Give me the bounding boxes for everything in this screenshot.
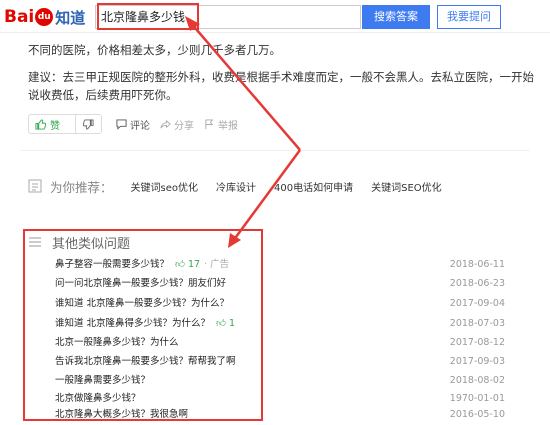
similar-question-link[interactable]: 问一问北京隆鼻一般要多少钱？朋友们好	[55, 274, 226, 294]
similar-row[interactable]: 北京隆鼻大概多少钱？我很急啊 2016-05-10	[55, 405, 505, 425]
top-bar: Bai du 知道 北京隆鼻多少钱 搜索答案 我要提问	[0, 0, 550, 33]
thumb-up-icon	[35, 118, 46, 130]
search-highlight-box	[97, 3, 199, 30]
similar-date: 2017-09-04	[449, 298, 505, 309]
report-icon	[205, 118, 214, 129]
similar-date: 2018-07-03	[449, 318, 505, 329]
similar-date: 2018-06-11	[449, 259, 505, 270]
like-count-value: 1	[228, 318, 236, 329]
recommend-tag[interactable]: 400电话如何申请	[274, 179, 353, 194]
comment-icon	[116, 118, 127, 130]
answer-line-2: 建议：去三甲正规医院的整形外科，收费是根据手术难度而定，一般不会黑人。去私立医院…	[28, 70, 534, 84]
similar-date: 2017-09-03	[449, 356, 505, 367]
report-label: 举报	[218, 120, 238, 132]
section-divider	[20, 150, 530, 151]
similar-row[interactable]: 一般隆鼻需要多少钱？ 2018-08-02	[55, 371, 505, 391]
comment-label: 评论	[130, 120, 150, 132]
search-answer-button[interactable]: 搜索答案	[362, 5, 430, 29]
answer-line-1: 不同的医院，价格相差太多，少则几千多者几万。	[28, 43, 281, 57]
answer-actions: 赞 评论 分享 举报	[28, 113, 238, 135]
similar-date: 2017-08-12	[449, 337, 505, 348]
share-button[interactable]: 分享	[160, 117, 194, 132]
similar-row[interactable]: 北京一般隆鼻多少钱？为什么 2017-08-12	[55, 333, 505, 353]
like-label: 赞	[50, 120, 60, 132]
thumb-down-icon	[83, 118, 94, 130]
similar-question-link[interactable]: 北京隆鼻大概多少钱？我很急啊	[55, 405, 188, 425]
answer-line-3: 说收费低，后续费用吓死你。	[28, 88, 178, 102]
similar-row[interactable]: 告诉我北京隆鼻一般要多少钱？帮帮我了啊 2017-09-03	[55, 352, 505, 372]
recommend-title: 为你推荐：	[50, 179, 113, 195]
dislike-button[interactable]	[76, 118, 101, 130]
report-button[interactable]: 举报	[204, 117, 238, 132]
baidu-zhidao-logo[interactable]: Bai du 知道	[4, 6, 85, 28]
paw-icon: du	[35, 8, 54, 26]
similar-question-link[interactable]: 谁知道 北京隆鼻得多少钱？为什么？	[55, 318, 210, 329]
similar-row[interactable]: 问一问北京隆鼻一般要多少钱？朋友们好 2018-06-23	[55, 274, 505, 294]
similar-row[interactable]: 鼻子整容一般需要多少钱？ 👍︎ 17 · 广告 2018-06-11	[55, 255, 505, 275]
recommend-tag[interactable]: 关键词seo优化	[131, 179, 198, 194]
similar-question-link[interactable]: 一般隆鼻需要多少钱？	[55, 371, 150, 391]
similar-date: 2018-08-02	[449, 375, 505, 386]
similar-date: 2016-05-10	[449, 409, 505, 420]
like-button[interactable]: 赞	[29, 115, 76, 133]
recommend-icon	[28, 179, 42, 193]
ask-question-button[interactable]: 我要提问	[437, 5, 501, 29]
like-count-value: 17	[187, 259, 201, 270]
similar-row[interactable]: 谁知道 北京隆鼻一般要多少钱？为什么？ 2017-09-04	[55, 294, 505, 314]
similar-date: 2018-06-23	[449, 278, 505, 289]
similar-title: 其他类似问题	[52, 236, 131, 252]
recommend-bar: 为你推荐： 关键词seo优化 冷库设计 400电话如何申请 关键词SEO优化	[28, 176, 460, 196]
similar-row[interactable]: 谁知道 北京隆鼻得多少钱？为什么？ 👍︎ 1 2018-07-03	[55, 314, 505, 334]
recommend-tag[interactable]: 冷库设计	[216, 179, 256, 194]
share-icon	[160, 119, 171, 128]
similar-question-link[interactable]: 鼻子整容一般需要多少钱？	[55, 259, 169, 270]
like-count: 👍︎ 1	[216, 318, 236, 329]
logo-zhidao-text: 知道	[55, 8, 86, 27]
ad-badge: · 广告	[204, 259, 230, 270]
similar-question-link[interactable]: 北京一般隆鼻多少钱？为什么	[55, 333, 179, 353]
comment-button[interactable]: 评论	[116, 117, 150, 132]
similar-header: 其他类似问题	[28, 232, 130, 252]
logo-bai-text: Bai	[4, 7, 35, 27]
similar-question-link[interactable]: 谁知道 北京隆鼻一般要多少钱？为什么？	[55, 294, 229, 314]
share-label: 分享	[174, 120, 194, 132]
list-icon	[29, 237, 41, 247]
recommend-tag[interactable]: 关键词SEO优化	[371, 179, 442, 194]
similar-question-link[interactable]: 告诉我北京隆鼻一般要多少钱？帮帮我了啊	[55, 352, 236, 372]
vote-group: 赞	[28, 114, 102, 134]
like-count: 👍︎ 17	[175, 259, 201, 270]
